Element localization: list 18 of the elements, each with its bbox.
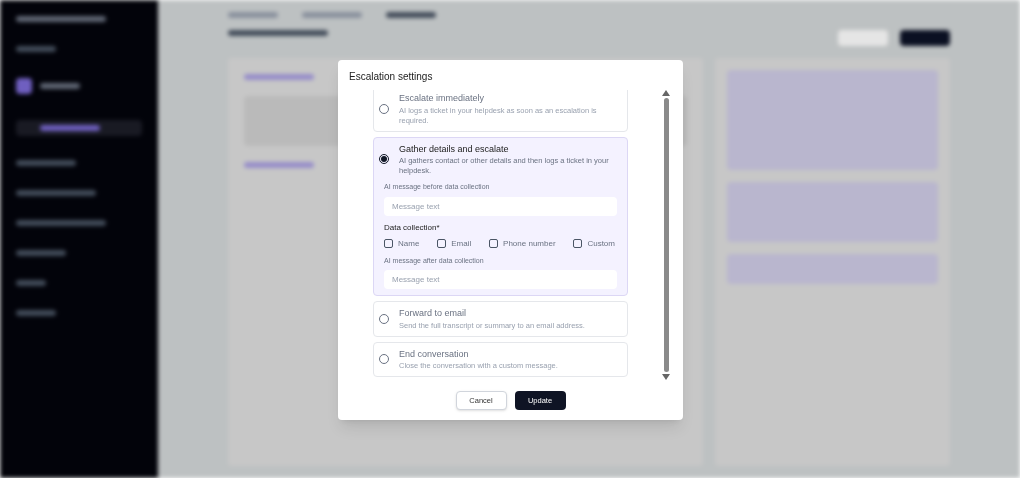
checkbox[interactable] (573, 239, 583, 248)
checkbox[interactable] (384, 239, 393, 248)
checkbox-label: Custom (587, 237, 615, 250)
checkbox[interactable] (437, 239, 447, 248)
checkbox-label: Phone number (503, 237, 556, 250)
checkbox-label: Email (451, 237, 472, 250)
checkbox[interactable] (489, 239, 499, 248)
message-field[interactable]: Message text (384, 270, 617, 289)
scrollbar[interactable] (660, 90, 672, 380)
section-label: Data collection* (384, 221, 441, 234)
scroll-down-icon[interactable] (662, 374, 670, 380)
option-title: End conversation (399, 347, 470, 361)
option-title: Forward to email (399, 307, 468, 320)
option-title: Gather details and escalate (399, 142, 510, 156)
checkbox-label: Name (398, 237, 420, 250)
option-title: Escalate immediately (399, 92, 486, 105)
dialog-title: Escalation settings (348, 70, 434, 84)
message-field[interactable]: Message text (384, 196, 617, 216)
